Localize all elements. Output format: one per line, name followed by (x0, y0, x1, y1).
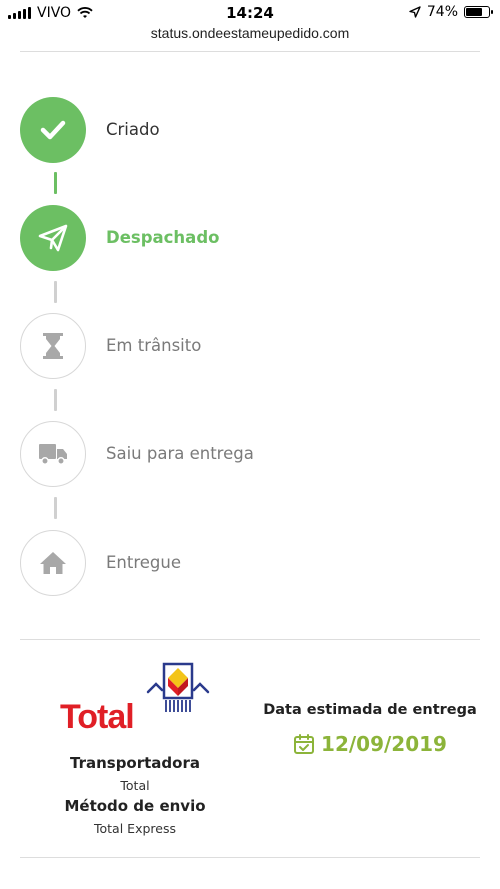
step-label: Entregue (106, 553, 182, 572)
step-em-transito: Em trânsito (20, 313, 460, 379)
step-circle (20, 530, 86, 596)
check-icon (40, 120, 66, 140)
timeline-connector (54, 497, 57, 519)
truck-icon (39, 444, 67, 465)
step-label: Despachado (106, 228, 220, 247)
step-circle (20, 421, 86, 487)
status-bar: VIVO 14:24 74% (0, 0, 500, 26)
hourglass-icon (43, 333, 63, 359)
status-bar-right: 74% (409, 4, 493, 20)
step-despachado: Despachado (20, 205, 460, 271)
step-circle (20, 97, 86, 163)
eta-date: 12/09/2019 (321, 732, 447, 756)
eta-date-row: 12/09/2019 (260, 732, 480, 756)
carrier-logo: Total (20, 660, 250, 744)
calendar-check-icon (294, 734, 315, 754)
step-saiu-para-entrega: Saiu para entrega (20, 421, 460, 487)
shipping-method-title: Método de envio (64, 797, 206, 815)
url-text: status.ondeestameupedido.com (150, 25, 350, 41)
total-express-logo-mark (146, 662, 210, 712)
estimated-delivery: Data estimada de entrega 12/09/2019 (260, 702, 480, 756)
step-criado: Criado (20, 97, 460, 163)
divider (20, 639, 480, 640)
step-circle (20, 205, 86, 271)
shipping-method-value: Total Express (94, 821, 176, 836)
step-entregue: Entregue (20, 530, 460, 596)
timeline-connector (54, 281, 57, 303)
carrier-title: Transportadora (69, 754, 200, 772)
total-logo-text: Total (60, 698, 135, 736)
battery-percent: 74% (426, 4, 458, 20)
step-label: Saiu para entrega (106, 444, 254, 463)
step-label: Criado (106, 120, 160, 139)
carrier-info: Total Transportadora Total Método de env… (20, 660, 250, 836)
divider (20, 857, 480, 858)
divider (20, 51, 480, 52)
step-label: Em trânsito (106, 336, 202, 355)
battery-level (466, 8, 482, 16)
carrier-value: Total (120, 778, 150, 793)
eta-title: Data estimada de entrega (263, 702, 477, 718)
paper-plane-icon (38, 224, 68, 252)
step-circle (20, 313, 86, 379)
battery-icon (464, 6, 493, 18)
home-icon (40, 552, 66, 574)
address-bar[interactable]: status.ondeestameupedido.com (0, 25, 500, 41)
timeline-connector (54, 172, 57, 194)
location-arrow-icon (409, 6, 421, 18)
timeline-connector (54, 389, 57, 411)
